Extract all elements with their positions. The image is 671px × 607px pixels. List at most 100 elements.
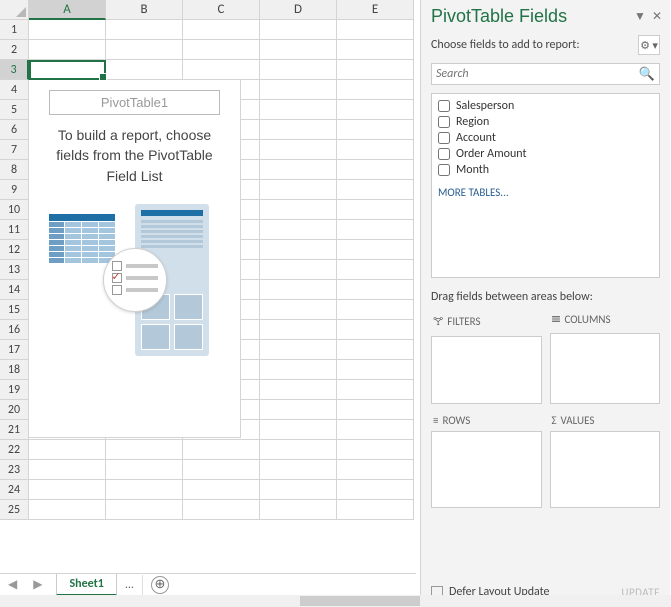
col-header-E[interactable]: E	[337, 0, 414, 20]
field-item[interactable]: Region	[438, 114, 653, 130]
sheet-tab-overflow[interactable]: ...	[117, 575, 143, 595]
cell[interactable]	[337, 40, 414, 60]
sheet-nav-next-icon[interactable]: ▶	[25, 577, 50, 592]
cell[interactable]	[29, 20, 106, 40]
sheet-tab-active[interactable]: Sheet1	[56, 574, 116, 596]
cell[interactable]	[337, 300, 414, 320]
cell[interactable]	[106, 20, 183, 40]
row-header-23[interactable]: 23	[0, 460, 29, 480]
cell[interactable]	[260, 420, 337, 440]
cell[interactable]	[106, 60, 183, 80]
more-tables-link[interactable]: MORE TABLES...	[438, 186, 653, 199]
row-header-7[interactable]: 7	[0, 140, 29, 160]
cell[interactable]	[260, 260, 337, 280]
cell[interactable]	[337, 20, 414, 40]
field-checkbox[interactable]	[438, 164, 450, 176]
col-header-A[interactable]: A	[29, 0, 106, 20]
cell[interactable]	[183, 20, 260, 40]
cell[interactable]	[260, 300, 337, 320]
row-header-17[interactable]: 17	[0, 340, 29, 360]
cell[interactable]	[337, 200, 414, 220]
cell[interactable]	[106, 500, 183, 520]
values-area[interactable]: ΣVALUES	[550, 412, 661, 508]
cell[interactable]	[337, 260, 414, 280]
field-checkbox[interactable]	[438, 132, 450, 144]
cell[interactable]	[183, 440, 260, 460]
cell[interactable]	[183, 60, 260, 80]
cell[interactable]	[29, 480, 106, 500]
row-header-20[interactable]: 20	[0, 400, 29, 420]
cell[interactable]	[337, 460, 414, 480]
row-header-22[interactable]: 22	[0, 440, 29, 460]
row-header-10[interactable]: 10	[0, 200, 29, 220]
cell[interactable]	[260, 40, 337, 60]
row-header-8[interactable]: 8	[0, 160, 29, 180]
cell[interactable]	[337, 240, 414, 260]
cell[interactable]	[260, 200, 337, 220]
row-header-11[interactable]: 11	[0, 220, 29, 240]
pane-close-icon[interactable]: ✕	[652, 9, 662, 24]
field-checkbox[interactable]	[438, 116, 450, 128]
row-header-4[interactable]: 4	[0, 80, 29, 100]
field-list[interactable]: SalespersonRegionAccountOrder AmountMont…	[431, 93, 660, 278]
row-header-14[interactable]: 14	[0, 280, 29, 300]
cell[interactable]	[260, 460, 337, 480]
row-header-24[interactable]: 24	[0, 480, 29, 500]
cell[interactable]	[337, 420, 414, 440]
cell[interactable]	[337, 120, 414, 140]
col-header-D[interactable]: D	[260, 0, 337, 20]
row-header-15[interactable]: 15	[0, 300, 29, 320]
search-input[interactable]	[436, 67, 639, 81]
select-all-corner[interactable]	[0, 0, 29, 20]
field-checkbox[interactable]	[438, 100, 450, 112]
sheet-nav-prev-icon[interactable]: ◀	[0, 577, 25, 592]
gear-icon[interactable]: ⚙ ▾	[638, 35, 660, 55]
filters-area[interactable]: 🝖FILTERS	[431, 308, 542, 404]
cell[interactable]	[337, 480, 414, 500]
row-header-6[interactable]: 6	[0, 120, 29, 140]
cell[interactable]	[337, 180, 414, 200]
pane-dropdown-icon[interactable]: ▼	[634, 9, 646, 24]
row-header-21[interactable]: 21	[0, 420, 29, 440]
horizontal-scrollbar[interactable]	[0, 595, 671, 607]
cell[interactable]	[337, 320, 414, 340]
cell[interactable]	[29, 500, 106, 520]
cell[interactable]	[260, 320, 337, 340]
row-header-12[interactable]: 12	[0, 240, 29, 260]
row-header-1[interactable]: 1	[0, 20, 29, 40]
field-item[interactable]: Salesperson	[438, 98, 653, 114]
cell[interactable]	[337, 80, 414, 100]
cell[interactable]	[260, 220, 337, 240]
cell[interactable]	[337, 140, 414, 160]
cell[interactable]	[106, 40, 183, 60]
cell[interactable]	[260, 80, 337, 100]
cell[interactable]	[337, 500, 414, 520]
cell[interactable]	[260, 140, 337, 160]
cell[interactable]	[260, 20, 337, 40]
cell[interactable]	[260, 480, 337, 500]
cell[interactable]	[29, 460, 106, 480]
cell[interactable]	[337, 60, 414, 80]
cell[interactable]	[260, 280, 337, 300]
cell[interactable]	[337, 360, 414, 380]
cell[interactable]	[260, 180, 337, 200]
cell[interactable]	[337, 220, 414, 240]
cell[interactable]	[337, 100, 414, 120]
cell[interactable]	[260, 160, 337, 180]
cell[interactable]	[260, 60, 337, 80]
cell[interactable]	[337, 160, 414, 180]
row-header-2[interactable]: 2	[0, 40, 29, 60]
add-sheet-button[interactable]: ⊕	[151, 576, 169, 594]
cell[interactable]	[337, 440, 414, 460]
field-search[interactable]: 🔍	[431, 63, 660, 85]
search-icon[interactable]: 🔍	[639, 67, 655, 82]
cell[interactable]	[260, 360, 337, 380]
columns-area[interactable]: 𝍣COLUMNS	[550, 308, 661, 404]
cell[interactable]	[29, 40, 106, 60]
cell[interactable]	[183, 480, 260, 500]
cell[interactable]	[183, 500, 260, 520]
row-header-25[interactable]: 25	[0, 500, 29, 520]
cell[interactable]	[337, 380, 414, 400]
cell[interactable]	[183, 460, 260, 480]
col-header-C[interactable]: C	[183, 0, 260, 20]
